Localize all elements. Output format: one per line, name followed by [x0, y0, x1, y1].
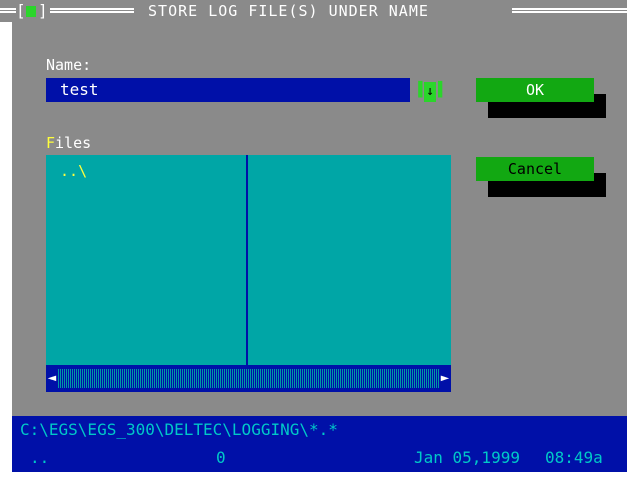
- scroll-left-icon[interactable]: ◄: [46, 365, 58, 392]
- close-bracket-left: [: [16, 1, 26, 20]
- cancel-button-wrap: Cancel: [476, 157, 606, 199]
- ok-button-wrap: OK: [476, 78, 606, 120]
- title-line-left: [0, 8, 16, 13]
- files-label-hotkey: F: [46, 134, 56, 152]
- store-log-dialog: [ ] STORE LOG FILE(S) UNDER NAME Name: t…: [0, 0, 627, 486]
- close-bracket-right: ]: [38, 1, 48, 20]
- files-list[interactable]: ..\ ◄ ►: [46, 155, 451, 392]
- down-arrow-icon: ↓: [424, 82, 436, 102]
- close-button[interactable]: [ ]: [16, 1, 48, 20]
- column-divider: [246, 155, 248, 365]
- history-bracket-left: ▐: [414, 82, 423, 98]
- scrollbar-track[interactable]: [58, 369, 439, 388]
- close-icon: [26, 6, 36, 17]
- status-path: C:\EGS\EGS_300\DELTEC\LOGGING\*.*: [20, 420, 338, 439]
- title-bar: [ ] STORE LOG FILE(S) UNDER NAME: [0, 0, 627, 22]
- horizontal-scrollbar[interactable]: ◄ ►: [46, 365, 451, 392]
- files-label-rest: iles: [55, 134, 92, 152]
- status-file-size: 0: [216, 448, 226, 467]
- name-input[interactable]: test: [46, 78, 410, 102]
- title-line-mid: [50, 8, 134, 13]
- files-label: Files: [46, 135, 91, 151]
- title-line-right: [512, 8, 627, 13]
- status-file-date: Jan 05,1999: [414, 448, 520, 467]
- status-file-time: 08:49a: [545, 448, 603, 467]
- history-bracket-right: ▌: [438, 82, 447, 98]
- file-entry-parent[interactable]: ..\: [60, 162, 87, 180]
- history-button[interactable]: ▐ ↓ ▌: [414, 80, 447, 102]
- file-entry-label: ..: [60, 162, 79, 180]
- dialog-right-edge: [615, 11, 627, 416]
- window-title: STORE LOG FILE(S) UNDER NAME: [138, 2, 439, 20]
- cancel-button[interactable]: Cancel: [476, 157, 594, 181]
- ok-button[interactable]: OK: [476, 78, 594, 102]
- backslash-glyph: \: [78, 162, 88, 180]
- status-file-name: ..: [30, 448, 50, 467]
- scroll-right-icon[interactable]: ►: [439, 365, 451, 392]
- status-bar: C:\EGS\EGS_300\DELTEC\LOGGING\*.* .. 0 J…: [12, 416, 627, 472]
- name-label: Name:: [46, 56, 92, 74]
